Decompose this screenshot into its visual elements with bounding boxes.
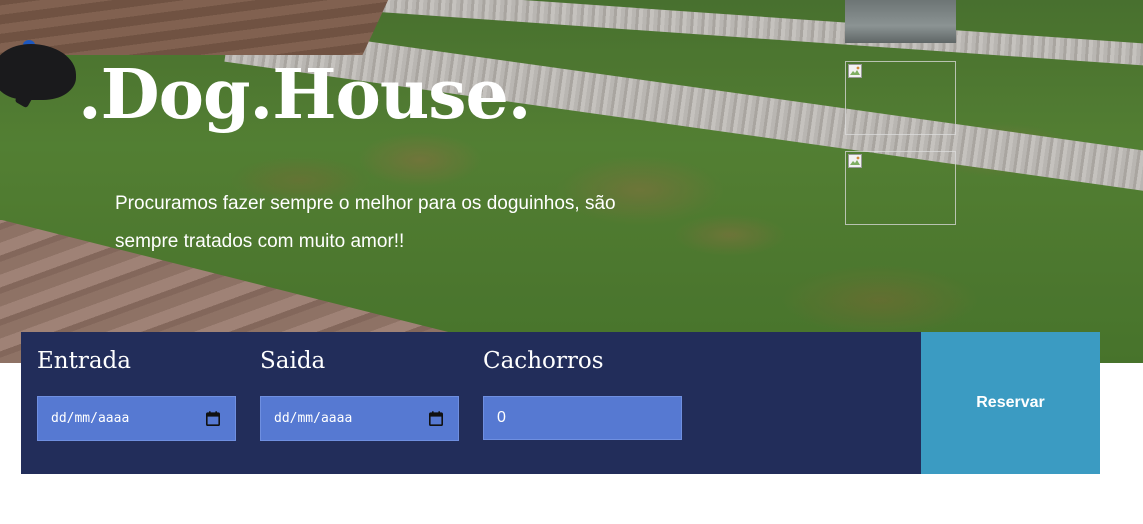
gallery-image-3 (845, 151, 956, 225)
reserve-button[interactable]: Reservar (921, 332, 1100, 474)
entrada-date-input[interactable]: dd/mm/aaaa (37, 396, 236, 441)
cachorros-value: 0 (497, 409, 506, 426)
broken-image-icon (848, 64, 862, 78)
cachorros-label: Cachorros (483, 348, 604, 374)
broken-image-icon (848, 154, 862, 168)
cachorros-number-input[interactable]: 0 (483, 396, 682, 440)
site-logo[interactable]: .Dog.House. (78, 52, 531, 138)
booking-form: Entrada dd/mm/aaaa Saida dd/mm/aaaa Cach… (21, 332, 1100, 474)
entrada-date-value: dd/mm/aaaa (51, 411, 130, 426)
calendar-icon[interactable] (206, 411, 220, 426)
calendar-icon[interactable] (429, 411, 443, 426)
gallery-image-2 (845, 61, 956, 135)
gallery-image-1 (845, 0, 956, 43)
entrada-label: Entrada (37, 348, 131, 374)
saida-date-input[interactable]: dd/mm/aaaa (260, 396, 459, 441)
saida-label: Saida (260, 348, 326, 374)
hero-banner: .Dog.House. Procuramos fazer sempre o me… (0, 0, 1143, 363)
saida-date-value: dd/mm/aaaa (274, 411, 353, 426)
hero-tagline: Procuramos fazer sempre o melhor para os… (115, 193, 616, 252)
